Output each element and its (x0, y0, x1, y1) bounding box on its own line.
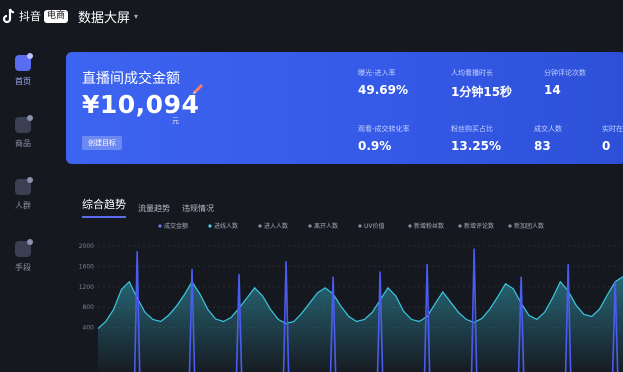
legend-label[interactable]: 离开人数 (314, 222, 338, 230)
hero-value: ¥10,094 (82, 90, 200, 119)
y-tick-label: 2000 (79, 243, 94, 250)
metric-label: 粉丝购买占比 (451, 125, 493, 133)
metric-comments-per-minute: 分钟评论次数 14 (544, 68, 586, 97)
legend-label[interactable]: 新加团人数 (514, 222, 544, 230)
y-tick-label: 800 (83, 304, 95, 311)
chart-series (97, 248, 623, 372)
trend-chart: 成交金额 进线人数 进入人数 离开人数 UV价值 新增粉丝数 新增评论数 新加团人数 2000… (79, 222, 623, 372)
legend-marker (258, 224, 262, 228)
douyin-note-icon (2, 8, 15, 24)
sidebar-item-label: 商品 (15, 139, 31, 148)
metric-value: 83 (534, 139, 551, 153)
legend-marker (308, 224, 312, 228)
metric-value: 0.9% (358, 139, 392, 153)
metric-exposure-entry-rate: 曝光-进入率 49.69% (358, 68, 408, 97)
legend-label[interactable]: 成交金额 (164, 222, 188, 230)
metric-view-conversion-rate: 观看-成交转化率 0.9% (358, 124, 410, 153)
sidebar-item-products[interactable]: 商品 (0, 102, 46, 164)
metric-value: 49.69% (358, 83, 408, 97)
legend-label[interactable]: UV价值 (364, 222, 385, 230)
legend-marker (358, 224, 362, 228)
sidebar-item-label: 人群 (15, 201, 31, 210)
metric-label: 分钟评论次数 (544, 69, 586, 77)
metric-value: 1分钟15秒 (451, 85, 513, 99)
brand-name: 抖音 (19, 10, 41, 23)
sidebar-item-tools[interactable]: 手段 (0, 226, 46, 288)
metric-avg-watch-time: 人均看播时长 1分钟15秒 (451, 68, 512, 100)
legend-label[interactable]: 新增粉丝数 (414, 222, 444, 230)
tools-icon (15, 239, 33, 257)
page-title[interactable]: 数据大屏 (78, 7, 130, 26)
legend-marker (508, 224, 512, 228)
metric-label: 实时在 (602, 125, 623, 133)
legend-label[interactable]: 进入人数 (264, 222, 288, 230)
chart-legend: 成交金额 进线人数 进入人数 离开人数 UV价值 新增粉丝数 新增评论数 新加团人数 (158, 222, 544, 230)
metric-label: 观看-成交转化率 (358, 125, 410, 133)
metric-label: 曝光-进入率 (358, 69, 396, 77)
metric-value: 13.25% (451, 139, 501, 153)
legend-marker (408, 224, 412, 228)
y-tick-label: 400 (83, 325, 95, 332)
y-tick-label: 1600 (79, 263, 94, 270)
legend-marker (208, 224, 212, 228)
hero-title: 直播间成交金额 (82, 71, 180, 87)
sidebar: 首页 商品 人群 手段 (0, 40, 46, 372)
top-bar: 抖音 电商 数据大屏 ▾ (0, 0, 623, 32)
create-target-button[interactable]: 创建目标 (82, 136, 122, 150)
legend-marker (458, 224, 462, 228)
brand-badge: 电商 (44, 9, 69, 23)
hero-unit: 元 (172, 117, 179, 125)
sidebar-item-label: 手段 (15, 263, 31, 272)
sidebar-item-label: 首页 (15, 77, 31, 86)
legend-label[interactable]: 新增评论数 (464, 222, 494, 230)
metric-value: 14 (544, 83, 561, 97)
product-icon (15, 115, 33, 133)
metric-fan-purchase-share: 粉丝购买占比 13.25% (451, 124, 501, 153)
metric-realtime-online: 实时在 0 (602, 124, 623, 153)
metric-label: 成交人数 (534, 125, 562, 133)
home-icon (15, 53, 33, 71)
series-area (98, 276, 623, 372)
y-tick-label: 1200 (79, 284, 94, 291)
sidebar-item-audience[interactable]: 人群 (0, 164, 46, 226)
legend-label[interactable]: 进线人数 (214, 222, 238, 230)
metric-label: 人均看播时长 (451, 69, 493, 77)
sidebar-item-home[interactable]: 首页 (0, 40, 46, 102)
chevron-down-icon[interactable]: ▾ (134, 12, 138, 21)
hero-card: 直播间成交金额 ¥10,094 元 创建目标 曝光-进入率 49.69% 人均看… (66, 52, 623, 164)
users-icon (15, 177, 33, 195)
metric-buyers: 成交人数 83 (534, 124, 562, 153)
metric-value: 0 (602, 139, 611, 153)
legend-marker (158, 224, 162, 228)
